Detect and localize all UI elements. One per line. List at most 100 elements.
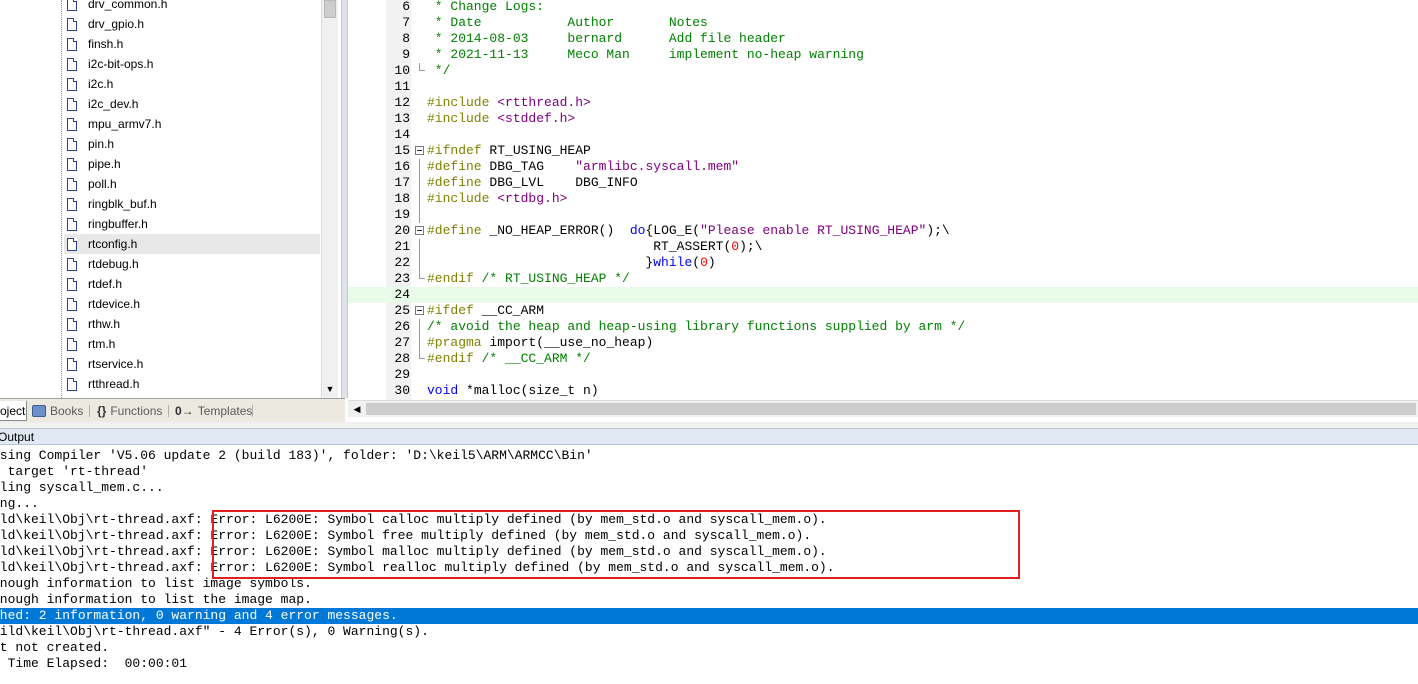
output-line[interactable]: enough information to list image symbols… <box>0 576 1418 592</box>
code-line[interactable]: 20 #define _NO_HEAP_ERROR() do{LOG_E("Ple… <box>348 223 1418 239</box>
tab-books[interactable]: Books <box>32 401 83 421</box>
tree-item-file[interactable]: i2c-bit-ops.h <box>64 54 320 74</box>
code-token: );\ <box>926 223 950 238</box>
output-line[interactable]: Using Compiler 'V5.06 update 2 (build 18… <box>0 448 1418 464</box>
tree-item-file[interactable]: i2c.h <box>64 74 320 94</box>
code-token: <rtthread.h> <box>497 95 591 110</box>
output-line[interactable]: iling syscall_mem.c... <box>0 480 1418 496</box>
code-line[interactable]: 19 <box>348 207 1418 223</box>
code-line[interactable]: 24 <box>348 287 1418 303</box>
code-line[interactable]: 6 * Change Logs: <box>348 0 1418 15</box>
tree-scroll-thumb[interactable] <box>324 0 336 18</box>
output-line[interactable]: shed: 2 information, 0 warning and 4 err… <box>0 608 1418 624</box>
code-text: */ <box>427 63 451 79</box>
tree-item-file[interactable]: ringbuffer.h <box>64 214 320 234</box>
output-line-text: enough information to list image symbols… <box>0 576 312 591</box>
fold-end-marker <box>419 351 425 359</box>
output-line-text: d Time Elapsed: 00:00:01 <box>0 656 188 671</box>
tree-item-file[interactable]: drv_common.h <box>64 0 320 14</box>
code-line[interactable]: 12 #include <rtthread.h> <box>348 95 1418 111</box>
build-output-panel[interactable]: Using Compiler 'V5.06 update 2 (build 18… <box>0 446 1418 684</box>
code-line[interactable]: 7 * Date Author Notes <box>348 15 1418 31</box>
code-line[interactable]: 28 #endif /* __CC_ARM */ <box>348 351 1418 367</box>
code-line[interactable]: 11 <box>348 79 1418 95</box>
code-line[interactable]: 14 <box>348 127 1418 143</box>
tree-item-file[interactable]: drv_gpio.h <box>64 14 320 34</box>
output-line[interactable]: ild\keil\Obj\rt-thread.axf: Error: L6200… <box>0 528 1418 544</box>
tree-item-file[interactable]: rtdevice.h <box>64 294 320 314</box>
tree-item-file[interactable]: rtdef.h <box>64 274 320 294</box>
code-editor[interactable]: 6 * Change Logs: 7 * Date Author Notes 8 *… <box>348 0 1418 400</box>
output-line[interactable]: d target 'rt-thread' <box>0 464 1418 480</box>
tree-item-file[interactable]: rtconfig.h <box>64 234 320 254</box>
fold-collapse-icon[interactable] <box>415 146 424 155</box>
code-line[interactable]: 13 #include <stddef.h> <box>348 111 1418 127</box>
fold-collapse-icon[interactable] <box>415 306 424 315</box>
tree-item-file[interactable]: pipe.h <box>64 154 320 174</box>
code-line[interactable]: 23 #endif /* RT_USING_HEAP */ <box>348 271 1418 287</box>
tree-item-file[interactable]: ringblk_buf.h <box>64 194 320 214</box>
output-line[interactable]: enough information to list the image map… <box>0 592 1418 608</box>
output-line[interactable]: ild\keil\Obj\rt-thread.axf: Error: L6200… <box>0 544 1418 560</box>
fold-guide <box>419 191 420 207</box>
code-token: #define <box>427 159 490 174</box>
tab-functions[interactable]: {} Functions <box>97 401 162 421</box>
scroll-left-arrow-icon[interactable]: ◀ <box>350 401 364 417</box>
code-token: #define <box>427 223 490 238</box>
code-text: * Change Logs: <box>427 0 544 15</box>
tree-item-label: rtthread.h <box>88 377 140 391</box>
code-line[interactable]: 29 <box>348 367 1418 383</box>
scroll-down-arrow-icon[interactable]: ▼ <box>323 382 337 396</box>
tree-item-file[interactable]: rthw.h <box>64 314 320 334</box>
tab-templates[interactable]: 0→ Templates <box>175 401 252 421</box>
tree-item-file[interactable]: i2c_dev.h <box>64 94 320 114</box>
tree-item-file[interactable]: rtthread.h <box>64 374 320 394</box>
code-line[interactable]: 16 #define DBG_TAG "armlibc.syscall.mem" <box>348 159 1418 175</box>
code-line[interactable]: 27 #pragma import(__use_no_heap) <box>348 335 1418 351</box>
code-line[interactable]: 30 void *malloc(size_t n) <box>348 383 1418 399</box>
code-line[interactable]: 15 #ifndef RT_USING_HEAP <box>348 143 1418 159</box>
header-file-icon <box>67 117 77 131</box>
editor-scroll-thumb[interactable] <box>366 403 1416 415</box>
tree-item-file[interactable]: rtm.h <box>64 334 320 354</box>
tree-item-file[interactable]: pin.h <box>64 134 320 154</box>
code-line[interactable]: 21 RT_ASSERT(0);\ <box>348 239 1418 255</box>
tree-item-file[interactable]: mpu_armv7.h <box>64 114 320 134</box>
code-text: #define DBG_LVL DBG_INFO <box>427 175 638 191</box>
header-file-icon <box>67 337 77 351</box>
code-line[interactable]: 25 #ifdef __CC_ARM <box>348 303 1418 319</box>
code-line[interactable]: 26 /* avoid the heap and heap-using libra… <box>348 319 1418 335</box>
code-line[interactable]: 18 #include <rtdbg.h> <box>348 191 1418 207</box>
code-token: __CC_ARM <box>481 303 545 318</box>
code-line[interactable]: 8 * 2014-08-03 bernard Add file header <box>348 31 1418 47</box>
code-line[interactable]: 17 #define DBG_LVL DBG_INFO <box>348 175 1418 191</box>
tree-item-label: drv_gpio.h <box>88 17 145 31</box>
fold-guide <box>419 207 420 223</box>
output-line[interactable]: uild\keil\Obj\rt-thread.axf" - 4 Error(s… <box>0 624 1418 640</box>
tree-item-file[interactable]: rtservice.h <box>64 354 320 374</box>
tree-vertical-scrollbar[interactable]: ▼ <box>321 0 338 398</box>
output-line[interactable]: ild\keil\Obj\rt-thread.axf: Error: L6200… <box>0 512 1418 528</box>
tab-project[interactable]: oject <box>0 401 27 421</box>
header-file-icon <box>67 317 77 331</box>
code-token: DBG_TAG <box>489 159 576 174</box>
code-line[interactable]: 10 */ <box>348 63 1418 79</box>
code-line[interactable]: 22 }while(0) <box>348 255 1418 271</box>
tree-item-file[interactable]: finsh.h <box>64 34 320 54</box>
editor-horizontal-scrollbar[interactable]: ◀ <box>348 400 1418 417</box>
code-token: *malloc(size_t n) <box>458 383 599 398</box>
code-text: void *malloc(size_t n) <box>427 383 599 399</box>
tree-item-file[interactable]: rtdebug.h <box>64 254 320 274</box>
fold-guide <box>419 255 420 271</box>
panel-splitter[interactable] <box>341 0 348 398</box>
tree-item-file[interactable]: poll.h <box>64 174 320 194</box>
output-line[interactable]: ild\keil\Obj\rt-thread.axf: Error: L6200… <box>0 560 1418 576</box>
output-line[interactable]: et not created. <box>0 640 1418 656</box>
fold-collapse-icon[interactable] <box>415 226 424 235</box>
code-line[interactable]: 9 * 2021-11-13 Meco Man implement no-hea… <box>348 47 1418 63</box>
line-number: 9 <box>402 47 410 62</box>
output-line[interactable]: ing... <box>0 496 1418 512</box>
output-line[interactable]: d Time Elapsed: 00:00:01 <box>0 656 1418 672</box>
code-token: void <box>427 383 459 398</box>
header-file-icon <box>67 37 77 51</box>
